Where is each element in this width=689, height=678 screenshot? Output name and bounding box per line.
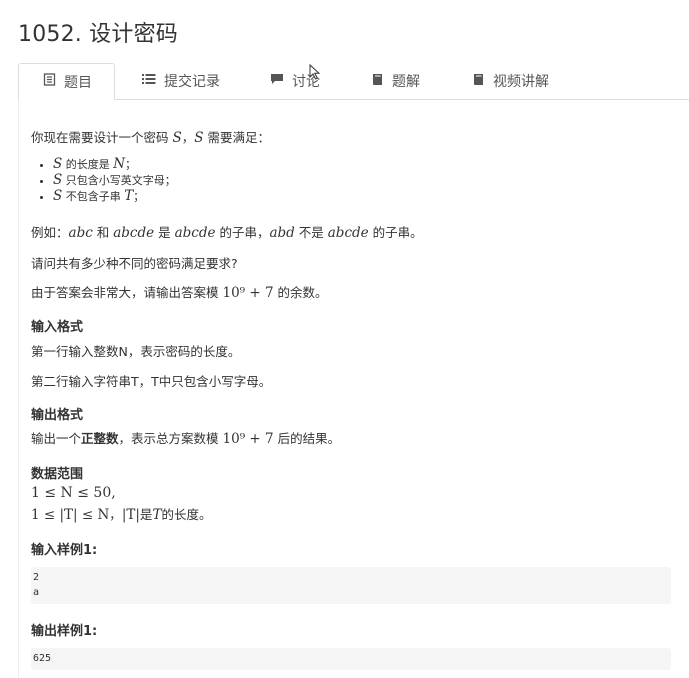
sample-input-code: 2 a: [31, 567, 671, 604]
tab-video-explanation[interactable]: 视频讲解: [473, 63, 549, 99]
output-format-heading: 输出格式: [31, 408, 84, 423]
question-text: 请问共有多少种不同的密码满足要求?: [31, 256, 238, 271]
tab-label: 提交记录: [164, 74, 220, 90]
math-var: S: [194, 130, 204, 146]
math-var: abcde: [113, 225, 155, 241]
list-item: S 只包含小写英文字母；: [53, 172, 176, 188]
code-line: a: [33, 587, 40, 598]
sample-output-heading: 输出样例1:: [31, 624, 98, 639]
book-icon: [372, 73, 384, 90]
text: 只包含小写英文字母；: [62, 174, 176, 187]
math-var: abcde: [327, 225, 369, 241]
text: 需要满足：: [203, 130, 270, 145]
requirement-list: S 的长度是 N； S 只包含小写英文字母； S 不包含子串 T；: [31, 156, 176, 204]
text: 是: [154, 225, 175, 240]
math-var: S: [172, 130, 182, 146]
text: ，: [181, 130, 195, 145]
range-line: 1 ≤ |T| ≤ N，|T|是T的长度。: [31, 504, 211, 523]
input-format-line: 第一行输入整数N，表示密码的长度。: [31, 344, 241, 359]
text: 是: [139, 507, 153, 522]
text: 的长度是: [62, 158, 114, 171]
text: 和: [92, 225, 114, 240]
sample-output-code: 625: [31, 648, 671, 670]
text: ；: [125, 158, 137, 171]
math-var: T: [124, 188, 134, 204]
math-expression: |T|: [121, 507, 140, 523]
text: 的余数。: [273, 285, 328, 300]
tab-label: 题目: [64, 74, 92, 91]
text: 不是: [294, 225, 328, 240]
math-var: N: [113, 156, 126, 172]
text: 的子串。: [368, 225, 423, 240]
document-icon: [43, 73, 56, 90]
example-text: 例如：abc 和 abcde 是 abcde 的子串，abd 不是 abcde …: [31, 222, 423, 241]
list-icon: [142, 73, 156, 89]
text: 你现在需要设计一个密码: [31, 130, 173, 145]
list-item: S 不包含子串 T；: [53, 188, 176, 204]
code-line: 2: [33, 572, 40, 583]
math-var: abc: [68, 225, 93, 241]
text: 不包含子串: [62, 190, 125, 203]
code-line: 625: [33, 653, 52, 664]
range-line: 1 ≤ N ≤ 50,: [31, 485, 116, 501]
tab-label: 题解: [392, 74, 420, 90]
output-format-text: 输出一个正整数，表示总方案数模 10⁹ + 7 后的结果。: [31, 428, 340, 447]
text: ，表示总方案数模: [118, 431, 223, 446]
math-var: abd: [269, 225, 295, 241]
list-item: S 的长度是 N；: [53, 156, 176, 172]
math-var: S: [53, 188, 63, 204]
tab-problem[interactable]: 题目: [18, 63, 115, 100]
problem-tabs: 题目 提交记录 讨论 题解 视频讲解: [18, 63, 689, 100]
data-range-heading: 数据范围: [31, 467, 84, 482]
text: ，: [109, 507, 122, 522]
text: 后的结果。: [273, 431, 341, 446]
math-var: S: [53, 156, 63, 172]
book-icon: [473, 73, 485, 90]
comment-icon: [270, 73, 284, 89]
math-expression: 1 ≤ |T| ≤ N: [31, 507, 110, 523]
bold-text: 正整数: [81, 431, 119, 446]
modulo-text: 由于答案会非常大，请输出答案模 10⁹ + 7 的余数。: [31, 282, 328, 301]
text: 例如：: [31, 225, 69, 240]
sample-input-heading: 输入样例1:: [31, 543, 98, 558]
tab-label: 视频讲解: [493, 74, 549, 90]
math-var: S: [53, 172, 63, 188]
text: 由于答案会非常大，请输出答案模: [31, 285, 223, 300]
statement-intro: 你现在需要设计一个密码 S，S 需要满足：: [31, 127, 270, 146]
math-var: abcde: [174, 225, 216, 241]
text: 输出一个: [31, 431, 82, 446]
text: ；: [133, 190, 145, 203]
tab-solutions[interactable]: 题解: [372, 63, 420, 99]
input-format-line: 第二行输入字符串T，T中只包含小写字母。: [31, 374, 272, 389]
math-expression: 10⁹ + 7: [222, 431, 274, 447]
problem-content: 你现在需要设计一个密码 S，S 需要满足： S 的长度是 N； S 只包含小写英…: [18, 100, 689, 678]
problem-page: 1052. 设计密码 题目 提交记录 讨论 题解 视频讲解 你现在需要设计一个密…: [0, 0, 689, 678]
text: 的子串，: [215, 225, 270, 240]
math-expression: 10⁹ + 7: [222, 285, 274, 301]
text: 的长度。: [161, 507, 212, 522]
page-title: 1052. 设计密码: [18, 22, 178, 47]
input-format-heading: 输入格式: [31, 320, 84, 335]
mouse-cursor-icon: [309, 63, 321, 84]
tab-submissions[interactable]: 提交记录: [142, 63, 220, 99]
